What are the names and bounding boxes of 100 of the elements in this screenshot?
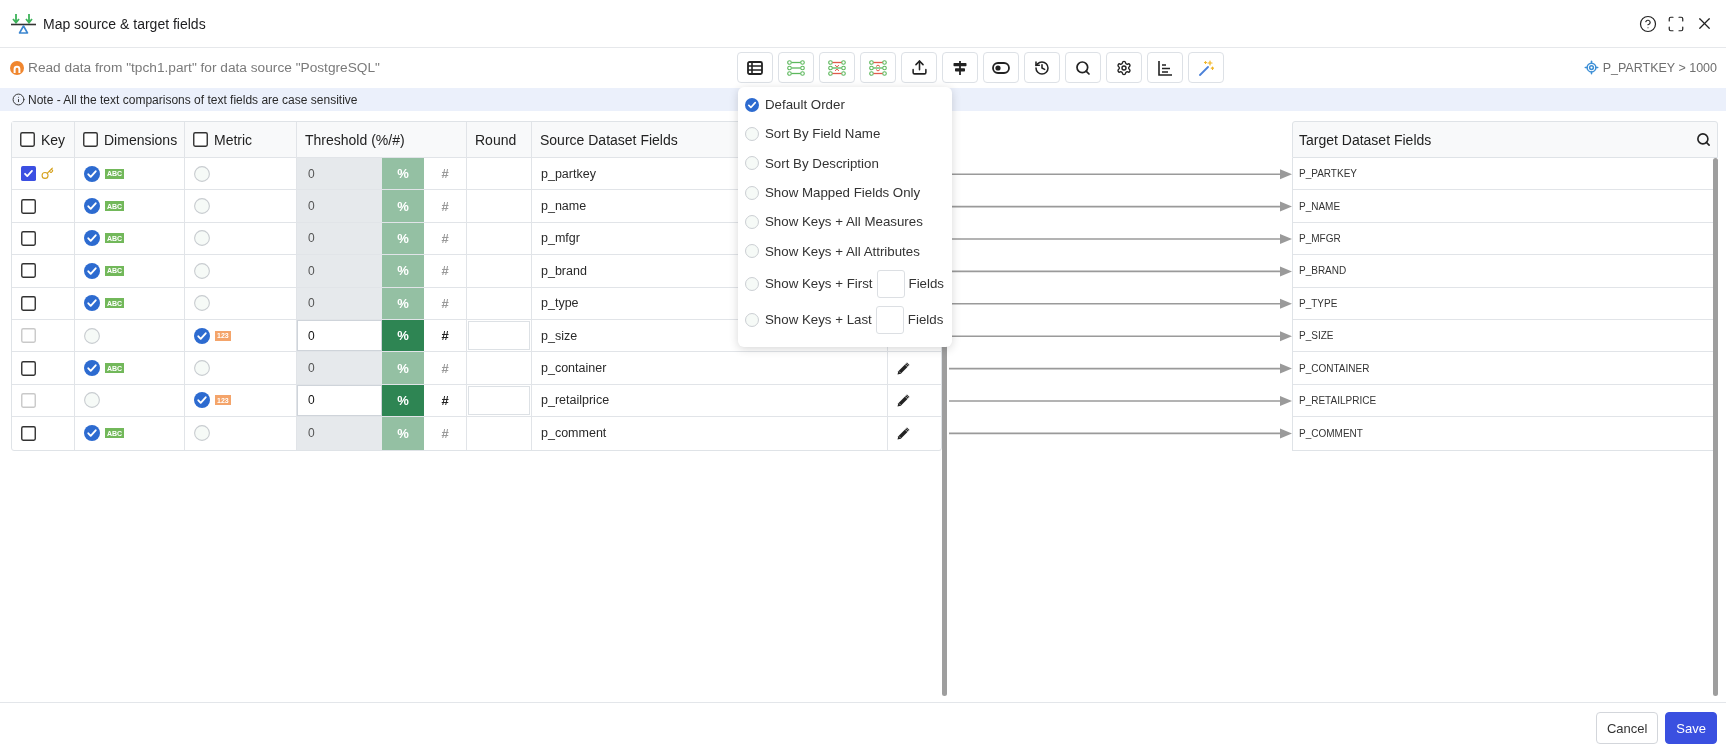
- radio-button[interactable]: [194, 425, 210, 442]
- list-arrows-icon: [869, 59, 887, 76]
- scrollbar-thumb[interactable]: [1713, 158, 1718, 696]
- radio-button[interactable]: [84, 165, 100, 182]
- radio-button[interactable]: [84, 425, 100, 442]
- radio-button[interactable]: [745, 126, 759, 141]
- radio-button[interactable]: [194, 360, 210, 377]
- table-cell: P_PARTKEY: [1293, 158, 1713, 191]
- column-header: Dimensions: [104, 131, 178, 148]
- radio-button[interactable]: [84, 295, 100, 312]
- radio-button[interactable]: [194, 392, 210, 409]
- toolbar-button[interactable]: [1147, 52, 1183, 83]
- magic-wand-icon: [1198, 59, 1214, 76]
- checkbox[interactable]: [21, 230, 36, 246]
- toolbar-button[interactable]: [983, 52, 1019, 83]
- round-field[interactable]: [468, 320, 530, 351]
- cancel-button[interactable]: Cancel: [1595, 712, 1659, 744]
- unit-button[interactable]: %: [382, 384, 424, 417]
- toolbar-button[interactable]: [1024, 52, 1060, 83]
- checkbox[interactable]: [20, 132, 35, 147]
- radio-button[interactable]: [84, 360, 100, 377]
- menu-item[interactable]: Sort By Field Name: [745, 119, 952, 149]
- menu-item[interactable]: Show Keys + All Measures: [745, 207, 952, 237]
- checkbox[interactable]: [21, 198, 36, 214]
- table-cell-text: P_COMMENT: [1298, 426, 1364, 441]
- checkbox[interactable]: [21, 166, 36, 182]
- pencil-icon[interactable]: [897, 426, 910, 440]
- pencil-icon[interactable]: [897, 393, 910, 407]
- radio-button[interactable]: [194, 262, 210, 279]
- column-header: Metric: [214, 131, 253, 148]
- maximize-icon[interactable]: [1667, 14, 1685, 33]
- table-cell: P_TYPE: [1293, 287, 1713, 320]
- column-header: Target Dataset Fields: [1299, 131, 1432, 148]
- toolbar-button[interactable]: [942, 52, 978, 83]
- radio-button[interactable]: [194, 295, 210, 312]
- toolbar-button[interactable]: [737, 52, 773, 83]
- checkbox[interactable]: [21, 263, 36, 279]
- arch-icon: [10, 60, 24, 75]
- threshold-field[interactable]: 0: [297, 352, 382, 384]
- radio-button[interactable]: [84, 198, 100, 215]
- toolbar-button[interactable]: [901, 52, 937, 83]
- round-field[interactable]: [468, 385, 530, 416]
- table-cell: P_SIZE: [1293, 319, 1713, 353]
- balance-arrows-icon: [10, 12, 37, 35]
- bar-chart-icon: [1157, 59, 1173, 76]
- info-icon: [12, 93, 25, 106]
- note-text: Note - All the text comparisons of text fields are case sensitive: [28, 92, 358, 107]
- menu-item[interactable]: Default Order: [745, 90, 952, 120]
- radio-button[interactable]: [745, 156, 759, 171]
- checkbox[interactable]: [193, 132, 208, 147]
- toolbar-button[interactable]: [1065, 52, 1101, 83]
- radio-button[interactable]: [84, 327, 100, 344]
- save-button[interactable]: Save: [1665, 712, 1717, 744]
- upload-icon: [910, 59, 928, 76]
- checkbox[interactable]: [21, 360, 36, 376]
- table-cell: P_CONTAINER: [1293, 352, 1713, 385]
- threshold-field[interactable]: 0: [297, 222, 382, 255]
- radio-button[interactable]: [194, 198, 210, 215]
- threshold-field[interactable]: 0: [297, 384, 382, 417]
- radio-button[interactable]: [745, 97, 759, 112]
- threshold-field[interactable]: 0: [297, 255, 382, 287]
- radio-button[interactable]: [194, 165, 210, 182]
- checkbox[interactable]: [83, 132, 98, 147]
- source-info-text: Read data from "tpch1.part" for data source "PostgreSQL": [28, 60, 380, 75]
- pencil-icon[interactable]: [897, 361, 910, 375]
- menu-item[interactable]: Show Keys + All Attributes: [745, 236, 952, 266]
- radio-button[interactable]: [745, 244, 759, 259]
- checkbox[interactable]: [21, 425, 36, 441]
- threshold-field[interactable]: 0: [297, 158, 382, 190]
- window-title: Map source & target fields: [43, 15, 206, 32]
- table-cell: P_BRAND: [1293, 255, 1713, 288]
- radio-button[interactable]: [745, 214, 759, 229]
- radio-button[interactable]: [745, 312, 759, 327]
- table-cell: p_retailprice: [532, 384, 888, 417]
- radio-button[interactable]: [194, 327, 210, 344]
- radio-button[interactable]: [84, 230, 100, 247]
- search-icon: [1075, 59, 1091, 76]
- radio-button[interactable]: [194, 230, 210, 247]
- toolbar-button[interactable]: [1106, 52, 1142, 83]
- radio-button[interactable]: [84, 262, 100, 279]
- count-field[interactable]: [876, 269, 905, 298]
- help-icon[interactable]: [1639, 14, 1657, 33]
- count-field[interactable]: [875, 305, 904, 334]
- radio-button[interactable]: [84, 392, 100, 409]
- radio-button[interactable]: [745, 185, 759, 200]
- threshold-field[interactable]: 0: [297, 287, 382, 319]
- search-icon[interactable]: [1696, 132, 1711, 147]
- table-cell: P_NAME: [1293, 190, 1713, 223]
- crosshair-icon: [1583, 60, 1599, 75]
- threshold-field[interactable]: 0: [297, 319, 382, 352]
- column-header: Source Dataset Fields: [540, 131, 678, 148]
- menu-item[interactable]: Show Mapped Fields Only: [745, 177, 952, 208]
- column-header: Threshold (%/#): [305, 131, 405, 148]
- radio-button[interactable]: [745, 276, 759, 291]
- threshold-field[interactable]: 0: [297, 190, 382, 222]
- unit-button[interactable]: %: [382, 319, 424, 352]
- menu-item[interactable]: Sort By Description: [745, 148, 952, 178]
- key-icon: [41, 167, 54, 181]
- threshold-field[interactable]: 0: [297, 417, 382, 450]
- checkbox[interactable]: [21, 295, 36, 311]
